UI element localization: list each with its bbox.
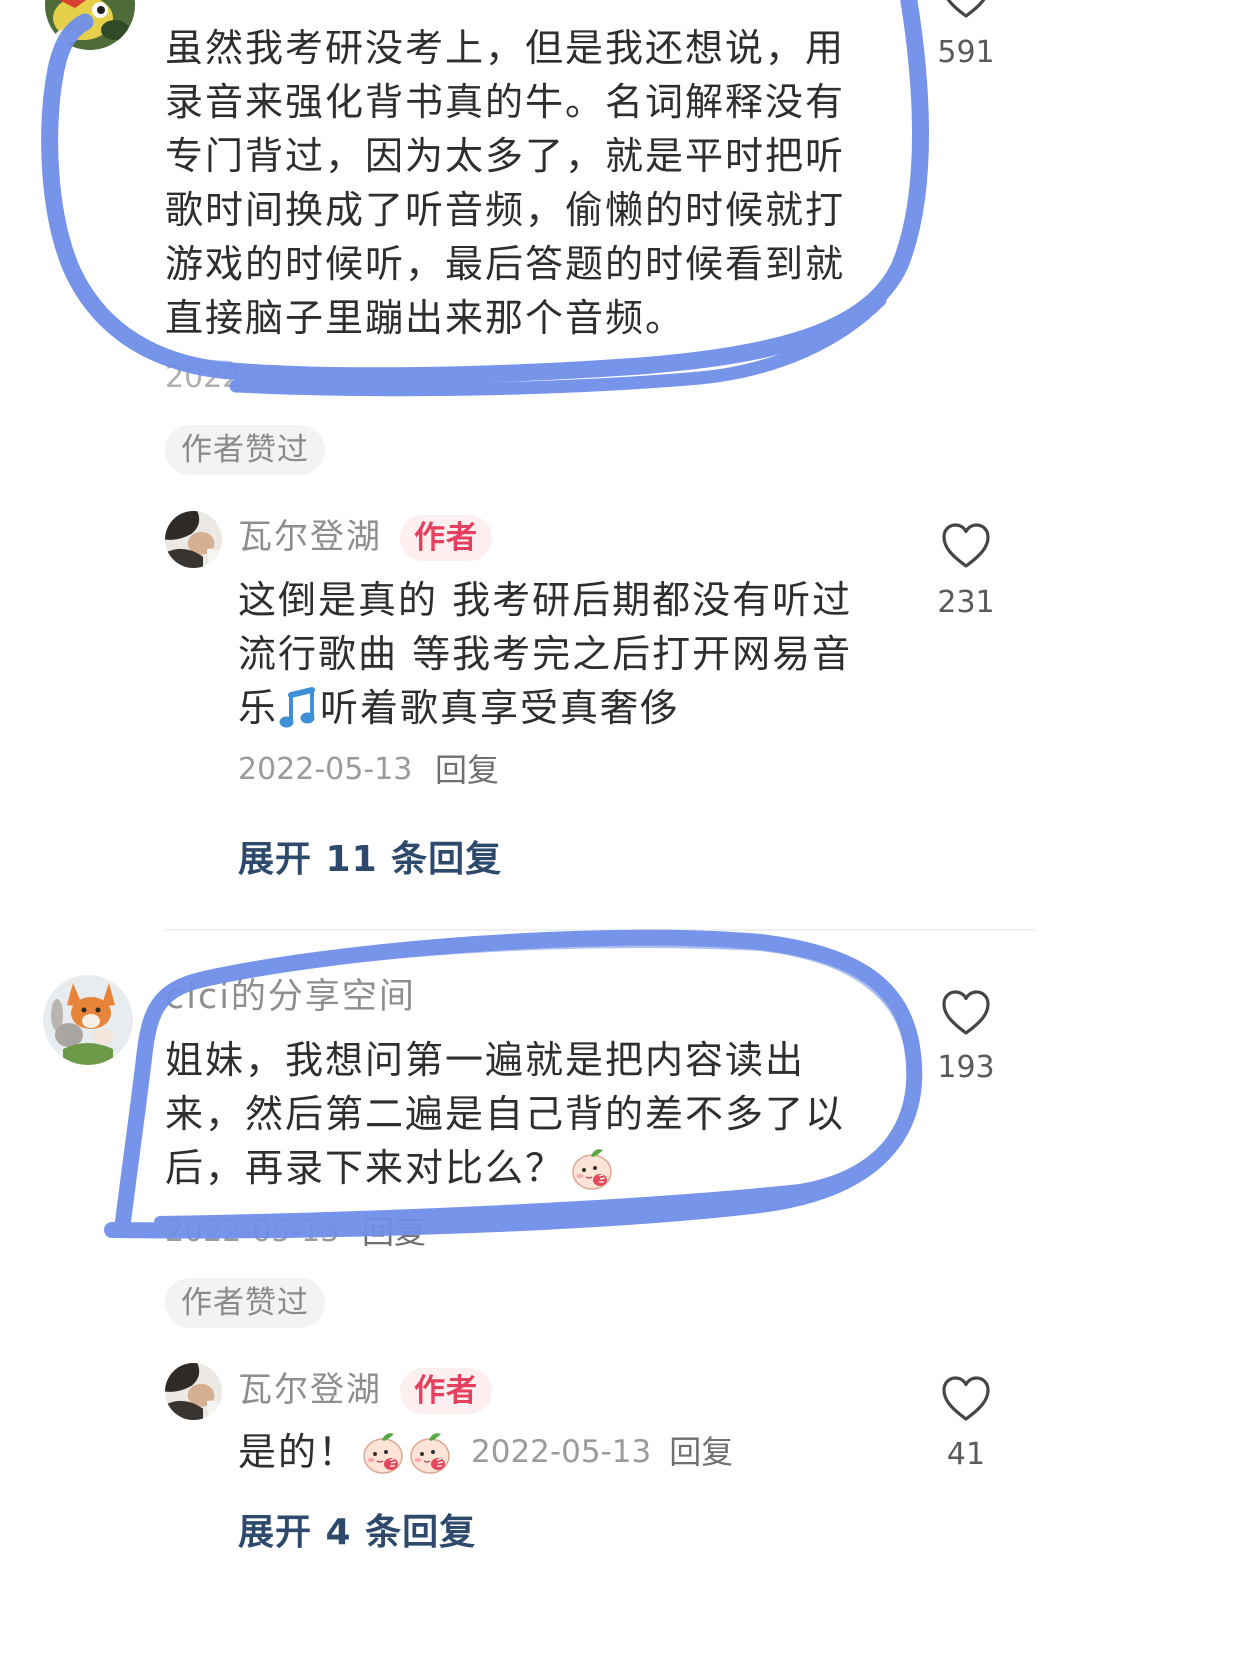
comment-thread-page: 虽然我考研没考上，但是我还想说，用 录音来强化背书真的牛。名词解释没有 专门背过…: [0, 0, 1242, 1656]
comment-date: 2022-05-13: [165, 1214, 340, 1249]
reply-author-name[interactable]: 瓦尔登湖: [238, 1367, 382, 1413]
like-count: 193: [937, 1050, 995, 1085]
reply-text-line: 流行歌曲 等我考完之后打开网易音: [238, 632, 853, 676]
like-count: 41: [946, 1437, 986, 1472]
portrait-avatar-icon: [165, 511, 222, 568]
comment-text-segment: 后，再录下来对比么？: [165, 1146, 566, 1190]
reply-text-segment: 听着歌真享受真奢侈: [320, 686, 681, 730]
music-note-emoji-icon: [278, 686, 318, 730]
author-liked-badge: 作者赞过: [165, 425, 325, 475]
heart-outline-icon: [942, 523, 990, 568]
comment-text-line: 录音来强化背书真的牛。名词解释没有: [165, 80, 846, 124]
reply-button[interactable]: 回复: [435, 750, 499, 790]
like-button[interactable]: [941, 990, 991, 1036]
user-avatar[interactable]: [45, 0, 135, 50]
author-badge: 作者: [400, 515, 492, 561]
like-button[interactable]: [941, 1376, 991, 1422]
reply-text-segment: 乐: [238, 686, 279, 730]
reply-date: 2022-05-13: [238, 752, 413, 787]
shy-face-emoji-icon: [407, 1429, 453, 1475]
user-avatar[interactable]: [43, 975, 133, 1065]
expand-replies-link[interactable]: 展开 4 条回复: [238, 1508, 476, 1558]
comment-date: 2022: [165, 360, 242, 395]
comment-text-line: 游戏的时候听，最后答题的时候看到就: [165, 242, 846, 286]
reply-date: 2022-05-13: [471, 1434, 652, 1470]
heart-outline-icon: [942, 1376, 990, 1421]
like-button[interactable]: [941, 0, 991, 19]
reply-button[interactable]: 回复: [669, 1425, 733, 1479]
comment-author-name[interactable]: cici的分享空间: [165, 974, 416, 1020]
heart-outline-icon: [942, 990, 990, 1035]
comment-text-line: 来，然后第二遍是自己背的差不多了以: [165, 1092, 846, 1136]
comment-text-line: 后，再录下来对比么？: [165, 1141, 615, 1195]
comment-divider: [165, 929, 1035, 931]
comment-text-line: 虽然我考研没考上，但是我还想说，用: [165, 26, 846, 70]
fox-rabbit-avatar-icon: [43, 975, 133, 1065]
reply-button[interactable]: 回复: [362, 1212, 426, 1252]
reply-text-line: 是的！ 2022-05-13 回复: [238, 1425, 733, 1479]
like-count: 591: [937, 35, 995, 70]
author-badge: 作者: [400, 1368, 492, 1414]
shy-face-emoji-icon: [360, 1429, 406, 1475]
comment-text-line: 专门背过，因为太多了，就是平时把听: [165, 134, 846, 178]
like-button[interactable]: [941, 523, 991, 569]
heart-outline-icon: [946, 0, 986, 18]
expand-replies-link[interactable]: 展开 11 条回复: [238, 835, 502, 885]
reply-text-line: 这倒是真的 我考研后期都没有听过: [238, 578, 853, 622]
user-avatar[interactable]: [165, 1363, 222, 1420]
reply-author-name[interactable]: 瓦尔登湖: [238, 514, 382, 560]
shy-face-emoji-icon: [569, 1145, 615, 1191]
comment-text-line: 直接脑子里蹦出来那个音频。: [165, 296, 686, 340]
user-avatar[interactable]: [165, 511, 222, 568]
like-count: 231: [937, 585, 995, 620]
comment-text-line: 歌时间换成了听音频，偷懒的时候就打: [165, 188, 846, 232]
reply-text: 是的！: [238, 1430, 359, 1474]
author-liked-badge: 作者赞过: [165, 1278, 325, 1328]
comment-text-line: 姐妹，我想问第一遍就是把内容读出: [165, 1038, 806, 1082]
reply-text-line: 乐 听着歌真享受真奢侈: [238, 681, 680, 735]
portrait-avatar-icon: [165, 1363, 222, 1420]
parrot-avatar-icon: [45, 0, 135, 50]
